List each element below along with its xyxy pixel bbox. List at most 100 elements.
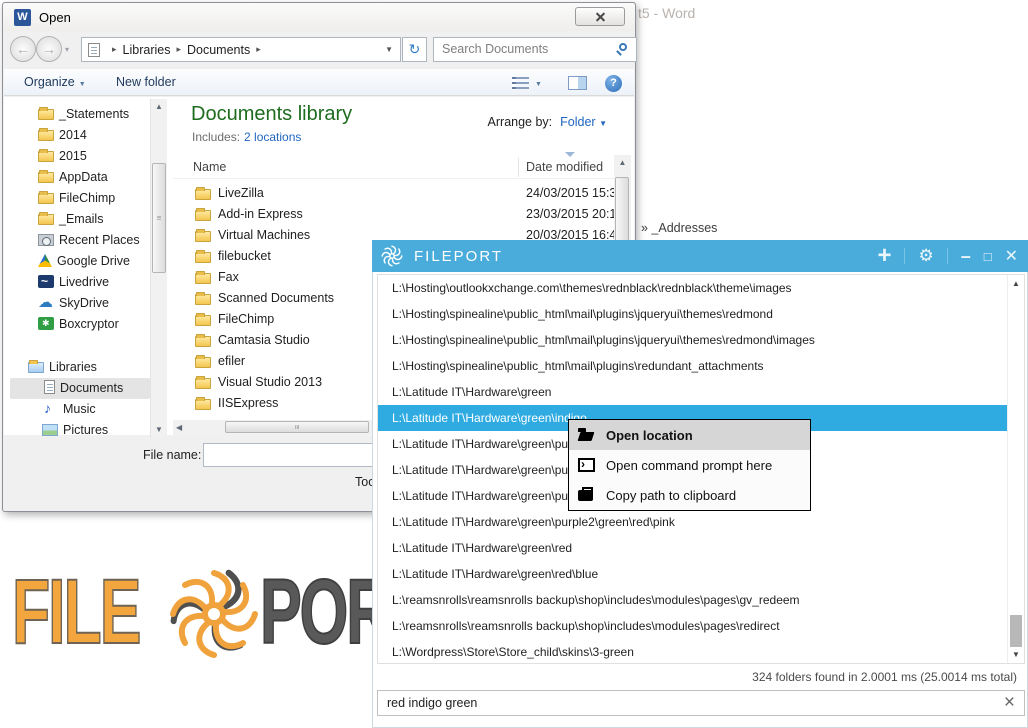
tree-item-appdata[interactable]: AppData — [10, 167, 150, 188]
path-row[interactable]: L:\Hosting\spinealine\public_html\mail\p… — [378, 301, 1024, 327]
back-button[interactable]: ← — [10, 36, 36, 62]
settings-gear-icon[interactable]: ⚙ — [918, 246, 933, 266]
file-date-modified: 24/03/2015 15:34 — [526, 186, 624, 200]
new-folder-button[interactable]: New folder — [116, 75, 176, 89]
tree-item-livedrive[interactable]: Livedrive — [10, 271, 150, 293]
pictures-icon — [42, 424, 58, 436]
file-name: Visual Studio 2013 — [218, 375, 323, 389]
file-name-label: File name: — [143, 448, 202, 462]
tree-item-emails[interactable]: _Emails — [10, 209, 150, 230]
folder-icon — [195, 250, 211, 263]
path-row[interactable]: L:\Hosting\spinealine\public_html\mail\p… — [378, 327, 1024, 353]
tree-item-boxcryptor[interactable]: Boxcryptor — [10, 314, 150, 335]
path-row[interactable]: L:\reamsnrolls\reamsnrolls backup\shop\i… — [378, 587, 1024, 613]
scroll-up-icon[interactable]: ▲ — [1008, 279, 1024, 288]
folder-icon — [195, 292, 211, 305]
open-folder-icon — [578, 427, 595, 443]
tree-item-label: AppData — [59, 170, 108, 184]
result-list-scrollbar[interactable]: ▲ ▼ — [1007, 275, 1024, 663]
folder-icon — [38, 128, 54, 141]
tree-item-2014[interactable]: 2014 — [10, 125, 150, 146]
refresh-button[interactable]: ↻ — [402, 37, 427, 62]
minimize-button[interactable]: – — [961, 245, 971, 267]
maximize-button[interactable]: □ — [984, 249, 992, 264]
preview-pane-button[interactable] — [568, 76, 587, 90]
close-icon — [595, 11, 606, 22]
close-button[interactable]: ✕ — [1005, 246, 1018, 266]
tree-item-label: FileChimp — [59, 191, 116, 205]
search-documents-input[interactable]: Search Documents — [433, 37, 637, 62]
libraries-icon — [28, 360, 44, 373]
folder-icon — [195, 397, 211, 410]
tree-item-libraries[interactable]: Libraries — [10, 357, 150, 378]
add-button[interactable]: + — [877, 241, 891, 271]
breadcrumb-separator: ▸ — [176, 44, 181, 54]
scroll-up-icon[interactable]: ▲ — [614, 158, 631, 167]
path-row[interactable]: L:\Latitude IT\Hardware\green\purple2\gr… — [378, 509, 1024, 535]
library-title: Documents library — [191, 103, 353, 125]
breadcrumb-item-libraries[interactable]: Libraries — [123, 43, 171, 57]
locations-link[interactable]: 2 locations — [244, 130, 301, 144]
tree-item-label: SkyDrive — [59, 296, 110, 310]
column-divider — [518, 158, 519, 177]
folder-icon — [195, 271, 211, 284]
titlebar-separator — [904, 248, 906, 264]
scroll-down-icon[interactable]: ▼ — [151, 425, 167, 434]
tree-item-documents[interactable]: Documents — [10, 378, 150, 399]
search-icon — [619, 43, 627, 51]
tree-item-filechimp[interactable]: FileChimp — [10, 188, 150, 209]
open-dialog-close-button[interactable] — [575, 7, 625, 26]
tree-item-2015[interactable]: 2015 — [10, 146, 150, 167]
tree-item-recent-places[interactable]: Recent Places — [10, 230, 150, 251]
boxcryptor-icon — [38, 317, 54, 330]
result-scrollbar-thumb[interactable] — [1010, 615, 1022, 647]
organize-button[interactable]: Organize ▼ — [24, 75, 86, 89]
scrollbar-grip: ≡ — [292, 424, 302, 430]
tree-scrollbar-thumb[interactable]: ≡ — [152, 163, 166, 273]
tree-item-pictures[interactable]: Pictures — [10, 420, 150, 441]
file-name: Camtasia Studio — [218, 333, 310, 347]
column-header-name[interactable]: Name — [193, 160, 226, 174]
scroll-down-icon[interactable]: ▼ — [1008, 650, 1024, 659]
column-header-date-modified[interactable]: Date modified — [526, 160, 603, 174]
path-row[interactable]: L:\Latitude IT\Hardware\green — [378, 379, 1024, 405]
tree-item-skydrive[interactable]: SkyDrive — [10, 292, 150, 314]
table-row[interactable]: LiveZilla 24/03/2015 15:34 — [173, 183, 623, 204]
breadcrumb-item-documents[interactable]: Documents — [187, 43, 250, 57]
file-name: Scanned Documents — [218, 291, 335, 305]
arrange-by[interactable]: Arrange by: Folder ▼ — [488, 115, 607, 129]
clear-search-icon[interactable]: × — [1004, 692, 1015, 714]
filter-search-input[interactable] — [377, 690, 1025, 716]
path-row[interactable]: L:\Hosting\spinealine\public_html\mail\p… — [378, 353, 1024, 379]
path-row[interactable]: L:\Hosting\outlookxchange.com\themes\red… — [378, 275, 1024, 301]
scroll-up-icon[interactable]: ▲ — [151, 102, 167, 111]
table-row[interactable]: Add-in Express 23/03/2015 20:16 — [173, 204, 623, 225]
change-view-button[interactable] — [512, 77, 529, 90]
menu-item-open-command-prompt-here[interactable]: Open command prompt here — [569, 450, 810, 480]
tree-item-label: _Emails — [59, 212, 104, 226]
path-row[interactable]: L:\reamsnrolls\reamsnrolls backup\shop\i… — [378, 613, 1024, 639]
open-dialog-title: Open — [39, 10, 71, 25]
tree-scrollbar[interactable]: ▲ ≡ ▼ — [150, 99, 167, 437]
help-button[interactable]: ? — [605, 75, 622, 92]
view-dropdown-icon[interactable]: ▼ — [535, 81, 542, 88]
scroll-left-icon[interactable]: ◀ — [176, 423, 182, 432]
forward-button[interactable]: → — [36, 36, 62, 62]
fileport-titlebar[interactable]: FILEPORT + ⚙ – □ ✕ — [372, 240, 1028, 272]
tree-item-google-drive[interactable]: Google Drive — [10, 251, 150, 272]
file-name: filebucket — [218, 249, 271, 263]
tree-item-music[interactable]: Music — [10, 398, 150, 420]
menu-item-open-location[interactable]: Open location — [569, 420, 810, 450]
history-chevron-icon[interactable]: ▾ — [65, 45, 69, 54]
logo-text-file: FILE — [11, 561, 142, 663]
address-dropdown-icon[interactable]: ▼ — [385, 45, 393, 54]
path-row[interactable]: L:\Wordpress\Store\Store_child\skins\3-g… — [378, 639, 1024, 663]
path-row[interactable]: L:\Latitude IT\Hardware\green\red — [378, 535, 1024, 561]
horizontal-scrollbar-thumb[interactable]: ≡ — [225, 421, 369, 433]
folder-icon — [195, 355, 211, 368]
address-bar[interactable]: ▸ Libraries ▸ Documents ▸ ▼ — [81, 37, 401, 62]
fileport-logo-icon — [381, 245, 403, 267]
tree-item-statements[interactable]: _Statements — [10, 104, 150, 125]
path-row[interactable]: L:\Latitude IT\Hardware\green\red\blue — [378, 561, 1024, 587]
menu-item-copy-path-to-clipboard[interactable]: Copy path to clipboard — [569, 480, 810, 510]
